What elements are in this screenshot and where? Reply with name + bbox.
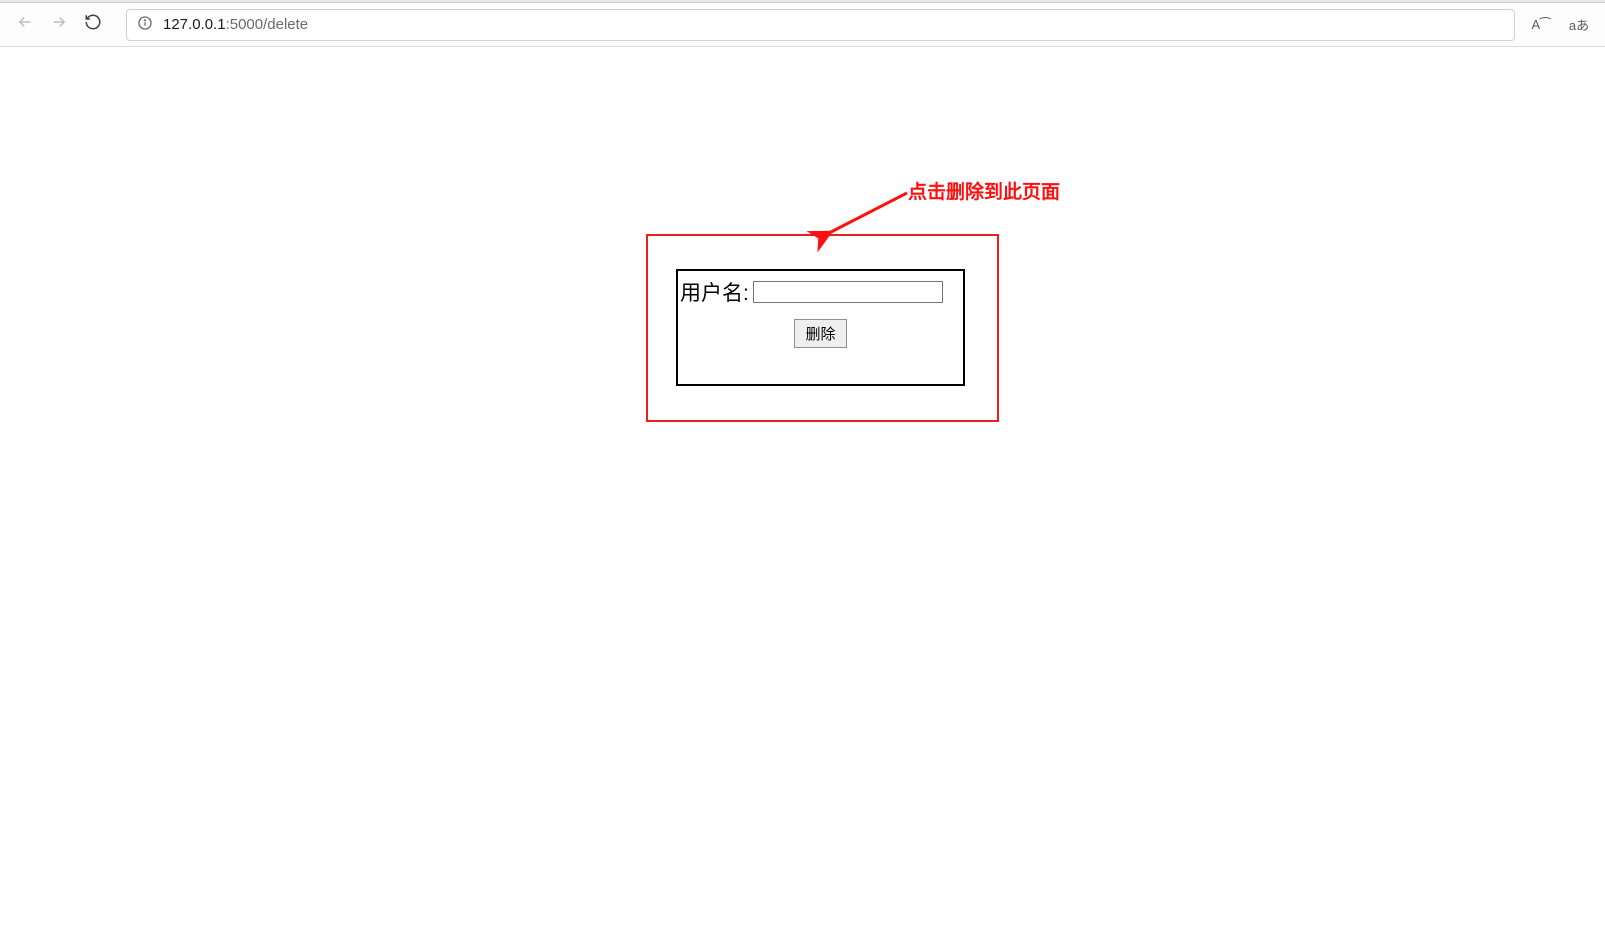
page-content: 用户名: 删除 点击删除到此页面 (0, 47, 1605, 947)
username-row: 用户名: (678, 271, 963, 307)
annotation-arrow (817, 185, 917, 245)
delete-button[interactable]: 删除 (794, 319, 846, 348)
read-aloud-button[interactable]: A⁀ (1523, 8, 1559, 42)
username-input[interactable] (753, 281, 943, 303)
url-port-path: :5000/delete (226, 16, 309, 33)
url-text: 127.0.0.1:5000/delete (163, 16, 308, 33)
button-row: 删除 (678, 307, 963, 348)
back-button[interactable] (8, 8, 42, 42)
info-icon (137, 15, 153, 35)
delete-form-panel: 用户名: 删除 (676, 269, 965, 386)
read-aloud-icon: A⁀ (1531, 17, 1550, 33)
refresh-button[interactable] (76, 8, 110, 42)
translate-button[interactable]: aあ (1561, 8, 1597, 42)
annotation-label: 点击删除到此页面 (908, 177, 1060, 204)
site-info-button[interactable] (137, 15, 153, 35)
username-label: 用户名: (680, 277, 749, 307)
toolbar-right-icons: A⁀ aあ (1523, 8, 1597, 42)
browser-toolbar: 127.0.0.1:5000/delete A⁀ aあ (0, 3, 1605, 47)
arrow-left-icon (16, 13, 34, 36)
address-bar[interactable]: 127.0.0.1:5000/delete (126, 9, 1515, 41)
url-host: 127.0.0.1 (163, 16, 226, 33)
translate-icon: aあ (1569, 15, 1589, 34)
arrow-right-icon (50, 13, 68, 36)
refresh-icon (84, 13, 102, 36)
forward-button[interactable] (42, 8, 76, 42)
